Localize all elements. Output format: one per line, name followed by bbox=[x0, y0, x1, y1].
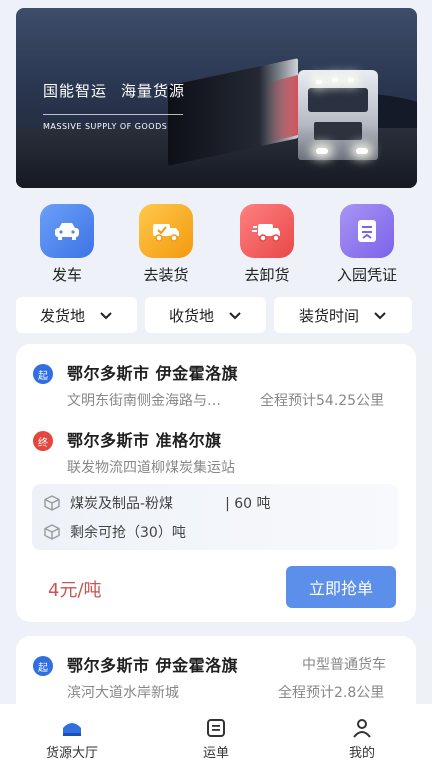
box-icon bbox=[44, 495, 60, 511]
filter-destination[interactable]: 收货地 bbox=[145, 297, 266, 333]
tab-label: 运单 bbox=[202, 746, 229, 761]
quick-action-unload[interactable]: 去卸货 bbox=[227, 204, 307, 285]
chevron-down-icon bbox=[100, 312, 112, 320]
filter-bar: 发货地 收货地 装货时间 bbox=[16, 297, 412, 333]
chevron-down-icon bbox=[374, 312, 386, 320]
car-icon bbox=[40, 204, 94, 258]
truck-grill bbox=[314, 122, 362, 140]
remaining-row: 剩余可抢（30）吨 bbox=[44, 522, 186, 542]
truck-window bbox=[308, 88, 368, 112]
filter-label: 发货地 bbox=[39, 306, 85, 325]
distance: 全程预计54.25公里 bbox=[260, 393, 385, 409]
goods-row: 煤炭及制品-粉煤 | 60 吨 bbox=[44, 493, 271, 513]
end-address: 联发物流四道柳煤炭集运站 bbox=[67, 460, 235, 476]
banner-slogan-1: 国能智运 bbox=[43, 82, 108, 100]
quick-action-label: 去装货 bbox=[143, 266, 189, 284]
goods-info: 煤炭及制品-粉煤 | 60 吨 剩余可抢（30）吨 bbox=[32, 484, 398, 550]
banner-slogan-2: 海量货源 bbox=[121, 82, 186, 100]
start-address: 滨河大道水岸新城 bbox=[67, 685, 179, 701]
start-badge: 起 bbox=[33, 656, 53, 676]
package-icon bbox=[44, 524, 60, 540]
list-icon bbox=[207, 719, 225, 737]
grab-order-button[interactable]: 立即抢单 bbox=[286, 566, 396, 608]
banner-subtitle: MASSIVE SUPPLY OF GOODS bbox=[43, 122, 168, 131]
quick-action-label: 发车 bbox=[51, 266, 82, 284]
tab-mine[interactable]: 我的 bbox=[322, 718, 402, 761]
tab-cargo-hall[interactable]: 货源大厅 bbox=[32, 718, 112, 761]
truck-loading-icon bbox=[139, 204, 193, 258]
quick-actions: 发车 去装货 去卸货 入园凭证 bbox=[0, 204, 432, 284]
quick-action-load[interactable]: 去装货 bbox=[126, 204, 206, 285]
tab-waybill[interactable]: 运单 bbox=[176, 718, 256, 761]
end-badge: 终 bbox=[33, 431, 53, 451]
tab-label: 货源大厅 bbox=[45, 746, 98, 761]
start-address: 文明东街南侧金海路与… bbox=[67, 393, 221, 409]
quick-action-label: 去卸货 bbox=[244, 266, 290, 284]
filter-load-time[interactable]: 装货时间 bbox=[274, 297, 412, 333]
banner[interactable]: 国能智运 海量货源 MASSIVE SUPPLY OF GOODS bbox=[16, 8, 417, 188]
filter-origin[interactable]: 发货地 bbox=[16, 297, 137, 333]
quick-action-pass[interactable]: 入园凭证 bbox=[327, 204, 407, 285]
user-icon bbox=[353, 719, 371, 738]
order-card[interactable]: 起 鄂尔多斯市 伊金霍洛旗 文明东街南侧金海路与… 全程预计54.25公里 终 … bbox=[16, 344, 416, 622]
bottom-tab-bar: 货源大厅 运单 我的 bbox=[0, 704, 432, 768]
roof-light bbox=[332, 78, 338, 82]
filter-label: 装货时间 bbox=[298, 306, 359, 325]
roof-light bbox=[348, 78, 354, 82]
quick-action-depart[interactable]: 发车 bbox=[27, 204, 107, 285]
tab-label: 我的 bbox=[348, 746, 375, 761]
document-icon bbox=[340, 204, 394, 258]
start-city: 鄂尔多斯市 伊金霍洛旗 bbox=[67, 364, 239, 383]
start-badge: 起 bbox=[33, 364, 53, 384]
goods-name: 煤炭及制品-粉煤 bbox=[70, 496, 174, 512]
end-city: 鄂尔多斯市 准格尔旗 bbox=[67, 431, 222, 450]
headlight bbox=[356, 148, 368, 154]
quick-action-label: 入园凭证 bbox=[336, 266, 397, 284]
banner-slogan: 国能智运 海量货源 bbox=[43, 80, 199, 101]
price: 4元/吨 bbox=[48, 580, 102, 601]
home-icon bbox=[63, 723, 81, 736]
remaining-amount: 剩余可抢（30）吨 bbox=[70, 525, 186, 541]
start-city: 鄂尔多斯市 伊金霍洛旗 bbox=[67, 656, 239, 675]
filter-label: 收货地 bbox=[168, 306, 214, 325]
vehicle-type: 中型普通货车 bbox=[302, 657, 386, 673]
truck-cab bbox=[298, 70, 378, 160]
goods-weight: | 60 吨 bbox=[225, 496, 271, 512]
headlight bbox=[316, 148, 328, 154]
truck-unloading-icon bbox=[240, 204, 294, 258]
distance: 全程预计2.8公里 bbox=[278, 685, 385, 701]
chevron-down-icon bbox=[229, 312, 241, 320]
banner-divider bbox=[43, 114, 183, 115]
roof-light bbox=[316, 80, 322, 84]
